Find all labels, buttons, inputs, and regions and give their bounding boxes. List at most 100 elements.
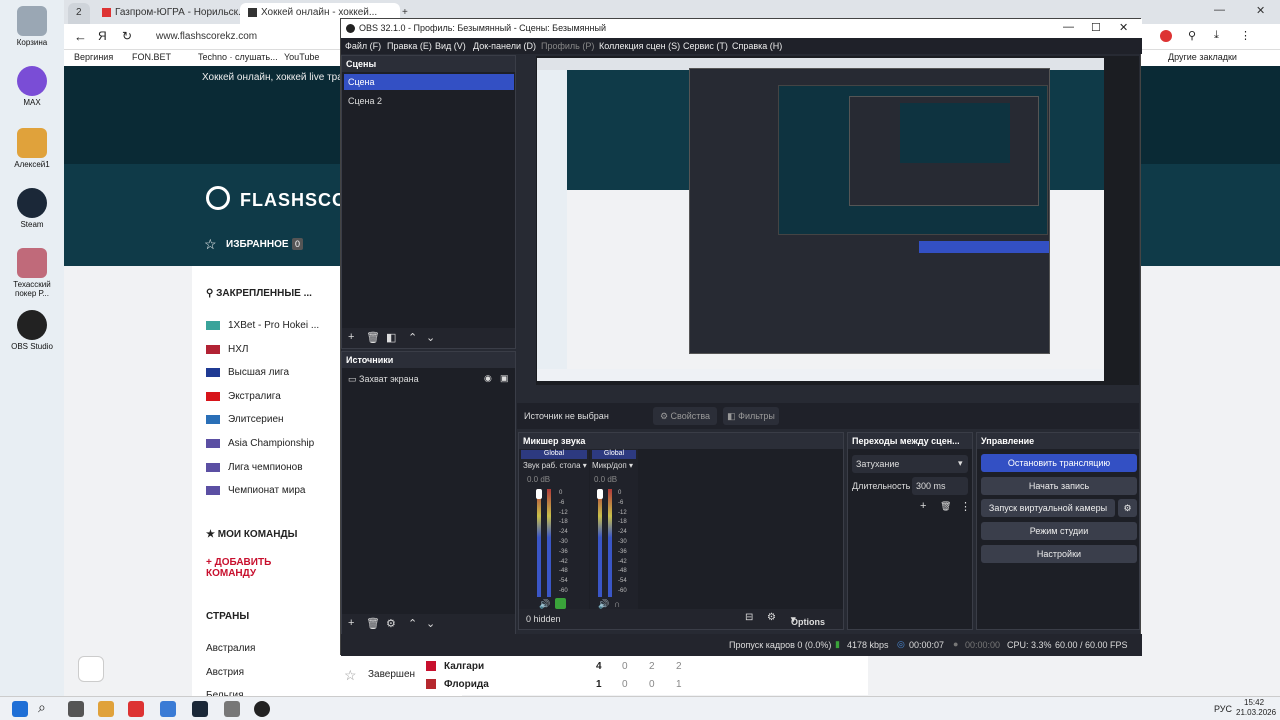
scene-item[interactable]: Сцена 2 — [344, 93, 514, 109]
trash-icon[interactable]: 🗑 — [366, 331, 380, 344]
my-teams-header: ★ МОИ КОМАНДЫ — [206, 529, 297, 540]
clock-time[interactable]: 15:42 — [1244, 698, 1264, 707]
stop-stream-button[interactable]: Остановить трансляцию — [981, 454, 1137, 472]
menu-view[interactable]: Вид (V) — [435, 41, 466, 51]
move-up-icon[interactable]: ⌃ — [408, 617, 417, 630]
add-team-link[interactable]: + ДОБАВИТЬ КОМАНДУ — [206, 557, 306, 579]
search-icon[interactable]: ⌕ — [38, 699, 46, 716]
desktop-icon-obs[interactable]: OBS Studio — [4, 310, 60, 351]
channel-name[interactable]: Звук раб. стола ▾ — [523, 461, 587, 470]
country-item[interactable]: Австрия — [206, 667, 244, 678]
url-field[interactable]: www.flashscorekz.com — [156, 31, 257, 42]
more-icon[interactable]: ⋮ — [960, 500, 971, 513]
notepad-icon[interactable] — [160, 701, 176, 717]
clock-date[interactable]: 21.03.2026 — [1236, 708, 1276, 717]
settings-button[interactable]: Настройки — [981, 545, 1137, 563]
browser-tab-1[interactable]: Газпром-ЮГРА - Норильск... — [94, 3, 254, 24]
lock-icon[interactable]: ▣ — [500, 373, 509, 384]
gear-icon[interactable]: ⚙ — [767, 612, 776, 623]
minimize-icon[interactable]: — — [1063, 21, 1074, 33]
move-up-icon[interactable]: ⌃ — [408, 331, 417, 344]
puzzle-icon[interactable]: ⚲ — [1188, 29, 1196, 42]
pinned-league[interactable]: Элитсериен — [206, 414, 284, 425]
volume-slider-handle[interactable] — [597, 489, 603, 499]
back-icon[interactable]: ← — [74, 29, 87, 44]
volume-slider-handle[interactable] — [536, 489, 542, 499]
explorer-icon[interactable] — [98, 701, 114, 717]
menu-edit[interactable]: Правка (E) — [387, 41, 432, 51]
source-item[interactable]: ▭ Захват экрана ◉ ▣ — [344, 371, 514, 387]
add-icon[interactable]: + — [348, 617, 354, 629]
tab-counter[interactable]: 2 — [68, 3, 90, 24]
eye-icon[interactable]: ◉ — [484, 373, 492, 384]
windows-start-icon[interactable] — [12, 701, 28, 717]
headphones-icon[interactable] — [555, 598, 566, 609]
desktop-icon-steam[interactable]: Steam — [4, 188, 60, 229]
desktop-icon-poker[interactable]: Техасский покер Р... — [4, 248, 60, 298]
filter-icon[interactable]: ◧ — [386, 331, 396, 344]
bookmark-item[interactable]: FON.BET — [132, 52, 171, 62]
yandex-browser-icon[interactable] — [128, 701, 144, 717]
shield-icon[interactable] — [78, 656, 104, 682]
gear-icon[interactable]: ⚙ — [386, 617, 396, 630]
yandex-icon[interactable]: Я — [98, 29, 107, 43]
menu-file[interactable]: Файл (F) — [345, 41, 381, 51]
virtual-camera-gear-icon[interactable]: ⚙ — [1118, 499, 1137, 517]
close-icon[interactable]: ✕ — [1256, 4, 1265, 17]
steam-taskbar-icon[interactable] — [192, 701, 208, 717]
other-bookmarks[interactable]: Другие закладки — [1168, 52, 1237, 62]
menu-icon[interactable]: ⋮ — [1240, 29, 1251, 42]
pinned-league[interactable]: Asia Championship — [206, 438, 314, 449]
headphones-off-icon[interactable]: ∩ — [614, 599, 620, 609]
menu-tools[interactable]: Сервис (T) — [683, 41, 728, 51]
scene-item-active[interactable]: Сцена — [344, 74, 514, 90]
extension-icon[interactable] — [1160, 30, 1172, 42]
pinned-league[interactable]: Чемпионат мира — [206, 485, 305, 496]
pinned-league[interactable]: НХЛ — [206, 344, 248, 355]
favorite-star-icon[interactable]: ☆ — [344, 667, 357, 684]
app-icon[interactable] — [224, 701, 240, 717]
move-down-icon[interactable]: ⌄ — [426, 617, 435, 630]
bookmark-item[interactable]: YouTube — [284, 52, 319, 62]
pinned-league[interactable]: Экстралига — [206, 391, 281, 402]
transition-select[interactable]: Затухание ▾ — [852, 455, 968, 473]
match-row[interactable]: ☆ Завершен Калгари 4 0 2 2 Флорида 1 0 0… — [328, 655, 868, 695]
trash-icon[interactable]: 🗑 — [366, 617, 380, 630]
bookmark-item[interactable]: Вергиния — [74, 52, 113, 62]
move-down-icon[interactable]: ⌄ — [426, 331, 435, 344]
download-icon[interactable]: ⤓ — [1214, 29, 1219, 42]
close-icon[interactable]: ✕ — [1119, 21, 1128, 34]
task-view-icon[interactable] — [68, 701, 84, 717]
volume-meter-right — [547, 489, 551, 597]
duration-input[interactable]: 300 ms — [912, 477, 968, 495]
add-icon[interactable]: + — [920, 500, 926, 512]
menu-help[interactable]: Справка (H) — [732, 41, 782, 51]
virtual-camera-button[interactable]: Запуск виртуальной камеры — [981, 499, 1115, 517]
channel-name[interactable]: Микр/доп ▾ — [592, 461, 633, 470]
options-button[interactable]: Options ▾ — [791, 614, 825, 627]
desktop-icon-folder[interactable]: Алексей1 — [4, 128, 60, 169]
obs-taskbar-icon[interactable] — [254, 701, 270, 717]
refresh-icon[interactable]: ↻ — [122, 29, 132, 43]
pinned-league[interactable]: Высшая лига — [206, 367, 289, 378]
properties-button[interactable]: ⚙ Свойства — [653, 407, 717, 425]
bookmark-item[interactable]: Techno · слушать... — [198, 52, 278, 62]
add-icon[interactable]: + — [348, 331, 354, 343]
maximize-icon[interactable]: ☐ — [1091, 21, 1101, 34]
language-indicator[interactable]: РУС — [1214, 704, 1232, 714]
menu-profile[interactable]: Профиль (P) — [541, 41, 594, 51]
filters-button[interactable]: ◧ Фильтры — [723, 407, 779, 425]
desktop-icon-max[interactable]: MAX — [4, 66, 60, 107]
menu-docks[interactable]: Док-панели (D) — [473, 41, 536, 51]
studio-mode-button[interactable]: Режим студии — [981, 522, 1137, 540]
country-item[interactable]: Австралия — [206, 643, 255, 654]
pinned-league[interactable]: 1XBet - Pro Hokei ... — [206, 320, 319, 331]
favorites-link[interactable]: ИЗБРАННОЕ — [226, 239, 289, 250]
minimize-icon[interactable]: — — [1214, 4, 1225, 16]
start-record-button[interactable]: Начать запись — [981, 477, 1137, 495]
layout-icon[interactable]: ⊟ — [745, 612, 753, 623]
desktop-icon-recycle-bin[interactable]: Корзина — [4, 6, 60, 47]
menu-scene-collection[interactable]: Коллекция сцен (S) — [599, 41, 680, 51]
trash-icon[interactable]: 🗑 — [940, 501, 951, 512]
pinned-league[interactable]: Лига чемпионов — [206, 462, 303, 473]
